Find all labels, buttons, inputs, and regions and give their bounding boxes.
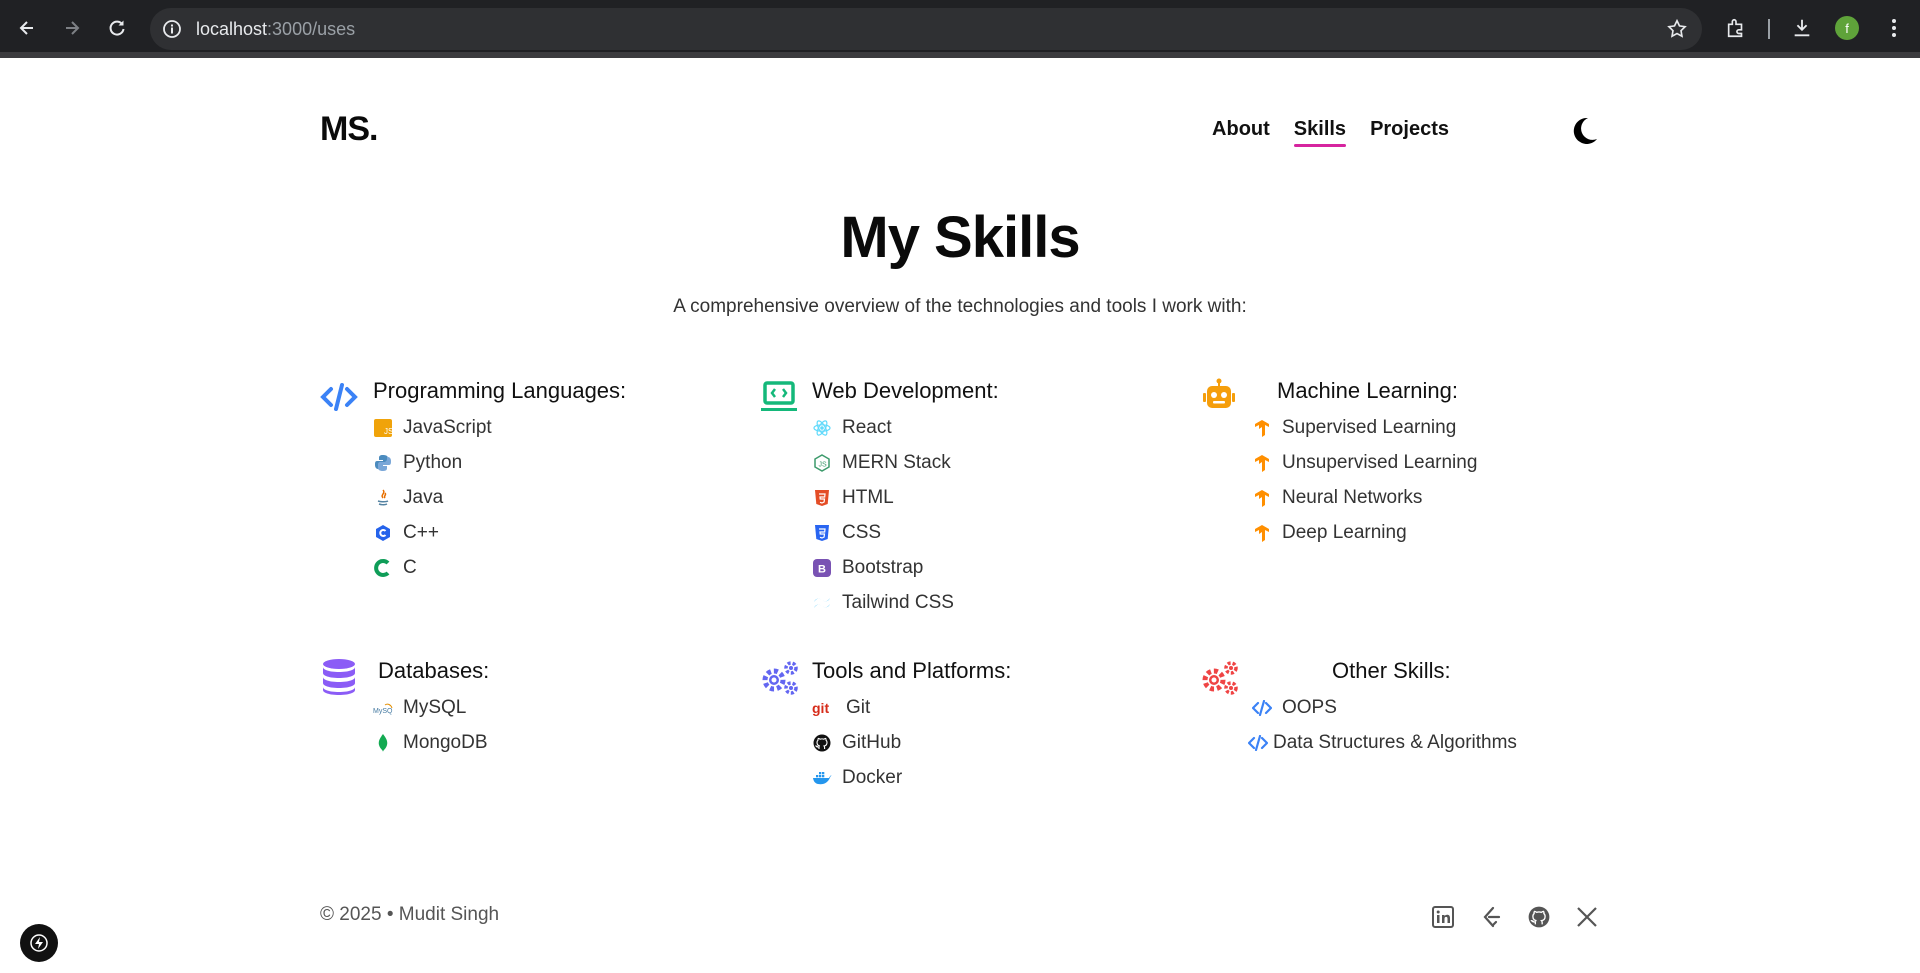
forward-icon[interactable] — [58, 14, 86, 42]
mysql-icon: MySQL — [373, 698, 393, 718]
code-icon — [320, 378, 358, 416]
social-links — [1432, 906, 1600, 930]
list-item: React — [812, 410, 954, 445]
skill-list: React JS MERN Stack HTML CSS B Bootstrap T… — [812, 410, 954, 620]
toolbar-divider — [1768, 19, 1770, 39]
mongodb-icon — [373, 733, 393, 753]
list-item: git Git — [812, 696, 871, 718]
github-icon[interactable] — [1528, 906, 1552, 930]
list-item: Neural Networks — [1252, 480, 1477, 515]
javascript-icon: JS — [373, 418, 393, 438]
cpp-icon — [373, 523, 393, 543]
code-icon — [1252, 698, 1272, 718]
svg-text:JS: JS — [819, 461, 828, 468]
java-icon — [373, 488, 393, 508]
bookmark-star-icon[interactable] — [1666, 18, 1688, 40]
tensorflow-icon — [1252, 453, 1272, 473]
nav-about[interactable]: About — [1212, 118, 1270, 147]
skill-list: OOPS Data Structures & Algorithms — [1248, 690, 1517, 760]
css3-icon — [812, 523, 832, 543]
footer-copyright: © 2025 • Mudit Singh — [320, 904, 500, 925]
skill-list: JS JavaScript Python Java C++ C — [373, 410, 492, 585]
code-icon — [1248, 733, 1268, 753]
list-item: HTML — [812, 480, 954, 515]
category-title: Machine Learning: — [1277, 378, 1459, 403]
linkedin-icon[interactable] — [1432, 906, 1456, 930]
category-title: Databases: — [378, 658, 490, 683]
category-title: Web Development: — [812, 378, 999, 403]
skill-list: MySQLMySQL MongoDB — [373, 690, 488, 760]
page-title: My Skills — [840, 205, 1080, 270]
list-item: OOPS — [1252, 690, 1517, 725]
category-title: Other Skills: — [1332, 658, 1451, 683]
list-item: B Bootstrap — [812, 550, 954, 585]
list-item: C++ — [373, 515, 492, 550]
list-item: Deep Learning — [1252, 515, 1477, 550]
svg-text:git: git — [812, 700, 829, 716]
list-item: Unsupervised Learning — [1252, 445, 1477, 480]
list-item: MongoDB — [373, 725, 488, 760]
reload-icon[interactable] — [103, 14, 131, 42]
x-icon[interactable] — [1576, 906, 1600, 930]
main-nav: About Skills Projects — [1212, 118, 1449, 147]
github-icon — [812, 733, 832, 753]
category-title: Tools and Platforms: — [812, 658, 1012, 683]
git-icon: git — [812, 698, 836, 718]
dev-tools-lightning-icon[interactable] — [20, 924, 58, 962]
nav-skills[interactable]: Skills — [1293, 118, 1347, 147]
menu-kebab-icon[interactable] — [1880, 14, 1908, 42]
nav-projects[interactable]: Projects — [1370, 118, 1449, 147]
gears-icon — [760, 658, 798, 696]
gears-red-icon — [1200, 658, 1238, 696]
site-logo[interactable]: MS. — [320, 110, 378, 149]
leetcode-icon[interactable] — [1480, 906, 1504, 930]
list-item: MySQLMySQL — [373, 696, 467, 718]
list-item: CSS — [812, 515, 954, 550]
site-info-icon[interactable] — [162, 19, 182, 39]
python-icon — [373, 453, 393, 473]
docker-icon — [812, 768, 832, 788]
nodejs-icon: JS — [812, 453, 832, 473]
tensorflow-icon — [1252, 418, 1272, 438]
c-icon — [373, 558, 393, 578]
skill-list: Supervised Learning Unsupervised Learnin… — [1252, 410, 1477, 550]
list-item: Java — [373, 480, 492, 515]
tensorflow-icon — [1252, 488, 1272, 508]
address-bar[interactable]: localhost:3000/uses — [150, 8, 1702, 50]
svg-text:B: B — [818, 563, 826, 575]
robot-icon — [1200, 378, 1238, 416]
browser-toolbar: localhost:3000/uses f — [0, 0, 1920, 58]
list-item: Supervised Learning — [1252, 410, 1477, 445]
downloads-icon[interactable] — [1788, 14, 1816, 42]
extensions-icon[interactable] — [1722, 14, 1750, 42]
page-subtitle: A comprehensive overview of the technolo… — [673, 296, 1247, 317]
list-item: JS JavaScript — [373, 410, 492, 445]
back-icon[interactable] — [13, 14, 41, 42]
list-item: JS MERN Stack — [812, 445, 954, 480]
list-item: Tailwind CSS — [812, 585, 954, 620]
list-item: Data Structures & Algorithms — [1248, 725, 1517, 760]
tailwind-icon — [812, 593, 832, 613]
moon-icon[interactable] — [1568, 115, 1600, 147]
laptop-code-icon — [760, 378, 798, 416]
react-icon — [812, 418, 832, 438]
svg-text:MySQL: MySQL — [373, 708, 393, 715]
list-item: C — [373, 550, 492, 585]
list-item: Python — [373, 445, 492, 480]
profile-avatar[interactable]: f — [1835, 16, 1859, 40]
svg-text:JS: JS — [384, 427, 392, 436]
database-icon — [320, 658, 358, 696]
url-text: localhost:3000/uses — [196, 19, 356, 39]
tensorflow-icon — [1252, 523, 1272, 543]
list-item: GitHub — [812, 725, 902, 760]
list-item: Docker — [812, 760, 902, 795]
skill-list: git Git GitHub Docker — [812, 690, 902, 795]
category-title: Programming Languages: — [373, 378, 627, 403]
page: MS. About Skills Projects My Skills A co… — [0, 58, 1920, 973]
bootstrap-icon: B — [812, 558, 832, 578]
html5-icon — [812, 488, 832, 508]
